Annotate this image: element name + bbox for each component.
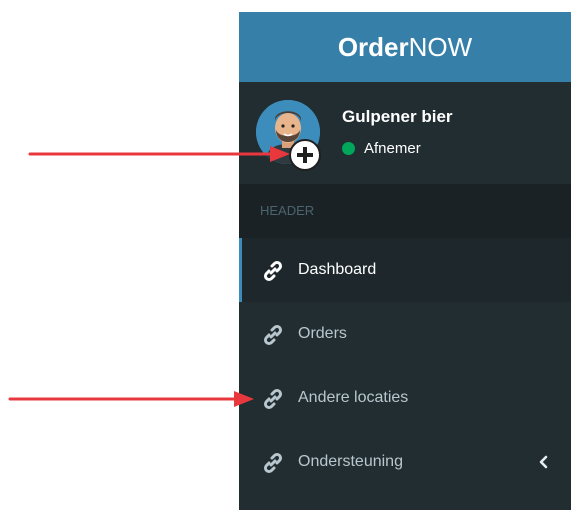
sidebar-item-label: Andere locaties — [298, 389, 409, 406]
user-status-label: Afnemer — [364, 140, 421, 157]
online-status-dot — [342, 142, 355, 155]
chevron-left-icon[interactable] — [537, 454, 549, 470]
sidebar-item-label: Orders — [298, 325, 347, 342]
sidebar-item-label: Dashboard — [298, 261, 377, 278]
logo-light: NOW — [408, 31, 473, 62]
app-logo[interactable]: Order NOW — [239, 12, 571, 82]
user-status: Afnemer — [342, 140, 421, 157]
link-icon — [263, 388, 283, 410]
annotation-arrow-andere-locaties — [8, 391, 254, 407]
sidebar-item-andere-locaties[interactable]: Andere locaties — [239, 366, 571, 430]
user-name: Gulpener bier — [342, 107, 453, 126]
logo-bold: Order — [337, 31, 409, 62]
link-icon — [263, 260, 283, 282]
link-icon — [263, 452, 283, 474]
sidebar-item-label: Ondersteuning — [298, 453, 403, 470]
sidebar-item-orders[interactable]: Orders — [239, 302, 571, 366]
sidebar-item-dashboard[interactable]: Dashboard — [239, 238, 571, 302]
annotation-arrow-avatar — [28, 146, 290, 162]
user-panel: Gulpener bier Afnemer — [239, 82, 571, 184]
sidebar: Order NOW Gulpener bier Afnemer HEADER D… — [239, 12, 571, 510]
menu-header: HEADER — [239, 184, 571, 238]
sidebar-item-ondersteuning[interactable]: Ondersteuning — [239, 430, 571, 494]
link-icon — [263, 324, 283, 346]
